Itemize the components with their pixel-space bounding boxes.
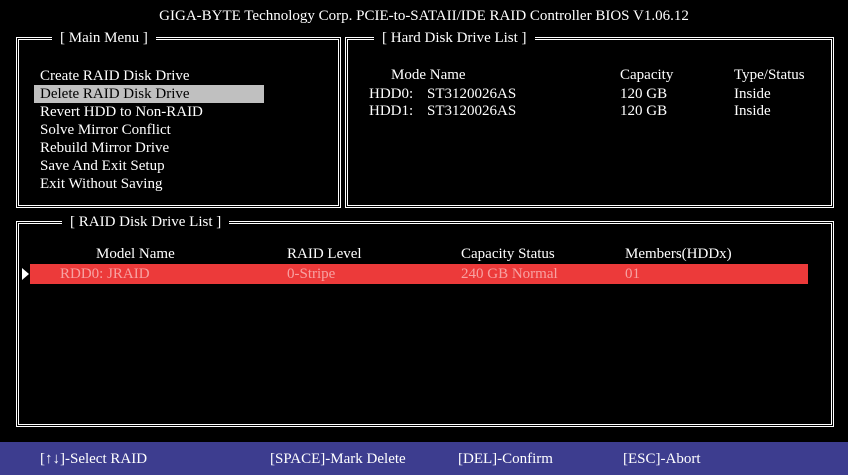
raid-header-model-name: Model Name	[96, 246, 175, 262]
help-confirm: [DEL]-Confirm	[458, 451, 553, 467]
raid-row-level: 0-Stripe	[287, 266, 336, 282]
main-menu-caption: [ Main Menu ]	[52, 30, 156, 46]
raid-row-members: 01	[625, 266, 640, 282]
hdd-row-status: Inside	[734, 103, 771, 119]
hdd-header-capacity: Capacity	[620, 67, 674, 83]
raid-row-model: RDD0: JRAID	[60, 266, 150, 282]
hdd-list-caption: [ Hard Disk Drive List ]	[374, 30, 535, 46]
menu-item-create-raid[interactable]: Create RAID Disk Drive	[34, 67, 196, 85]
hdd-row-capacity: 120 GB	[620, 103, 668, 119]
hdd-header-mode-name: Mode Name	[391, 67, 466, 83]
menu-item-save-exit[interactable]: Save And Exit Setup	[34, 157, 171, 175]
hdd-row-model: ST3120026AS	[427, 86, 517, 102]
menu-item-exit-no-save[interactable]: Exit Without Saving	[34, 175, 168, 193]
triangle-right-icon	[22, 268, 29, 280]
raid-header-capacity-status: Capacity Status	[461, 246, 555, 262]
hdd-header-type-status: Type/Status	[734, 67, 805, 83]
hdd-list-panel	[345, 37, 834, 208]
menu-item-rebuild-mirror[interactable]: Rebuild Mirror Drive	[34, 139, 175, 157]
hdd-row-capacity: 120 GB	[620, 86, 668, 102]
help-mark-delete: [SPACE]-Mark Delete	[270, 451, 406, 467]
menu-item-revert-hdd[interactable]: Revert HDD to Non-RAID	[34, 103, 209, 121]
raid-header-raid-level: RAID Level	[287, 246, 362, 262]
hdd-row-id: HDD0:	[369, 86, 414, 102]
menu-item-delete-raid[interactable]: Delete RAID Disk Drive	[34, 85, 264, 103]
help-select-raid: [↑↓]-Select RAID	[40, 451, 148, 467]
hdd-row-status: Inside	[734, 86, 771, 102]
bios-title: GIGA-BYTE Technology Corp. PCIE-to-SATAI…	[159, 8, 689, 24]
hdd-row-id: HDD1:	[369, 103, 414, 119]
hdd-row-model: ST3120026AS	[427, 103, 517, 119]
help-abort: [ESC]-Abort	[623, 451, 701, 467]
raid-row-capacity-status: 240 GB Normal	[461, 266, 558, 282]
raid-header-members: Members(HDDx)	[625, 246, 732, 262]
menu-item-solve-mirror[interactable]: Solve Mirror Conflict	[34, 121, 177, 139]
raid-list-caption: [ RAID Disk Drive List ]	[62, 214, 230, 230]
